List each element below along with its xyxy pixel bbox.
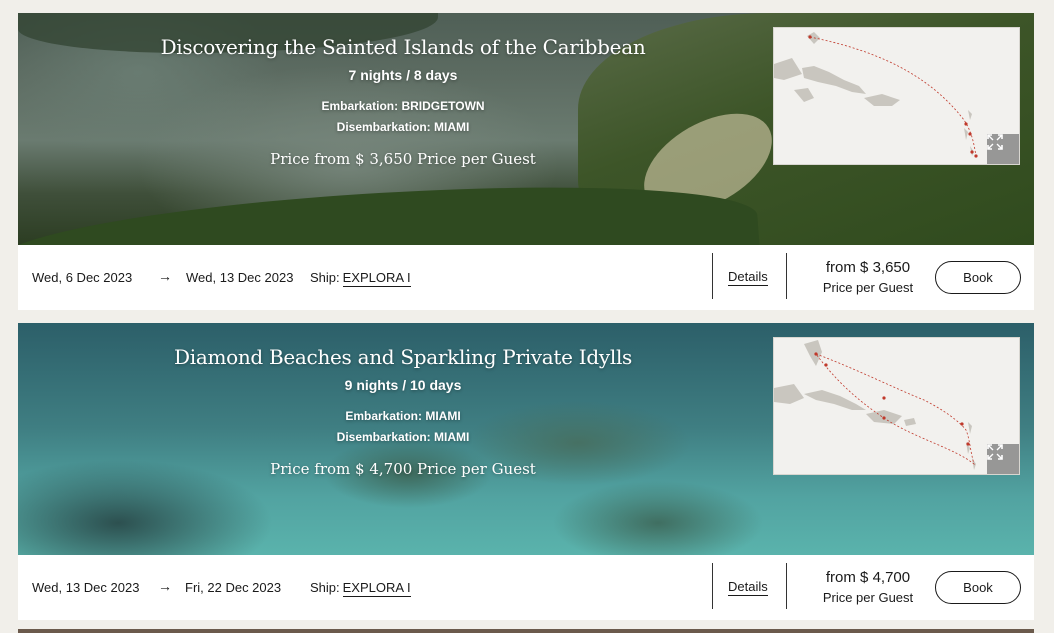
expand-icon[interactable] [987, 444, 1019, 474]
divider [786, 563, 787, 609]
start-date: Wed, 13 Dec 2023 [32, 580, 140, 595]
book-button[interactable]: Book [935, 571, 1021, 604]
route-map[interactable] [773, 27, 1020, 165]
cruise-info-bar: Wed, 6 Dec 2023 → Wed, 13 Dec 2023 Ship:… [18, 245, 1034, 310]
cruise-card-2: Diamond Beaches and Sparkling Private Id… [18, 323, 1034, 620]
end-date: Wed, 13 Dec 2023 [186, 270, 294, 285]
cruise-hero-image: Discovering the Sainted Islands of the C… [18, 13, 1034, 245]
embarkation-port: Embarkation: MIAMI [345, 409, 461, 423]
expand-icon[interactable] [987, 134, 1019, 164]
ship-info: Ship: EXPLORA I [310, 270, 411, 287]
hero-price: Price from $ 4,700 Price per Guest [270, 460, 536, 478]
next-card-edge [18, 629, 1034, 633]
cruise-info-bar: Wed, 13 Dec 2023 → Fri, 22 Dec 2023 Ship… [18, 555, 1034, 620]
cruise-hero-text: Diamond Beaches and Sparkling Private Id… [158, 345, 648, 478]
hero-price: Price from $ 3,650 Price per Guest [270, 150, 536, 168]
ship-name-link[interactable]: EXPLORA I [342, 270, 411, 287]
book-button[interactable]: Book [935, 261, 1021, 294]
cruise-title: Discovering the Sainted Islands of the C… [160, 35, 646, 59]
cruise-card-1: Discovering the Sainted Islands of the C… [18, 13, 1034, 310]
cruise-hero-text: Discovering the Sainted Islands of the C… [158, 35, 648, 168]
arrow-right-icon: → [158, 268, 172, 284]
price-per-guest-label: Price per Guest [822, 280, 914, 295]
end-date: Fri, 22 Dec 2023 [185, 580, 282, 595]
disembarkation-port: Disembarkation: MIAMI [336, 120, 470, 134]
ship-info: Ship: EXPLORA I [310, 580, 411, 597]
price-per-guest-label: Price per Guest [822, 590, 914, 605]
divider [712, 563, 713, 609]
start-date: Wed, 6 Dec 2023 [32, 270, 133, 285]
ship-label: Ship: [310, 580, 340, 595]
route-map[interactable] [773, 337, 1020, 475]
divider [786, 253, 787, 299]
cruise-hero-image: Diamond Beaches and Sparkling Private Id… [18, 323, 1034, 555]
route-map-graphic [774, 32, 978, 158]
embarkation-port: Embarkation: BRIDGETOWN [321, 99, 485, 113]
divider [712, 253, 713, 299]
details-link[interactable]: Details [728, 269, 768, 286]
disembarkation-port: Disembarkation: MIAMI [336, 430, 470, 444]
price-from: from $ 3,650 [825, 259, 911, 276]
cruise-title: Diamond Beaches and Sparkling Private Id… [173, 345, 633, 369]
cruise-duration: 9 nights / 10 days [344, 377, 462, 393]
price-from: from $ 4,700 [825, 569, 911, 586]
arrow-right-icon: → [158, 578, 172, 594]
cruise-duration: 7 nights / 8 days [348, 67, 458, 83]
ship-label: Ship: [310, 270, 340, 285]
details-link[interactable]: Details [728, 579, 768, 596]
route-map-graphic [774, 340, 976, 470]
ship-name-link[interactable]: EXPLORA I [342, 580, 411, 597]
